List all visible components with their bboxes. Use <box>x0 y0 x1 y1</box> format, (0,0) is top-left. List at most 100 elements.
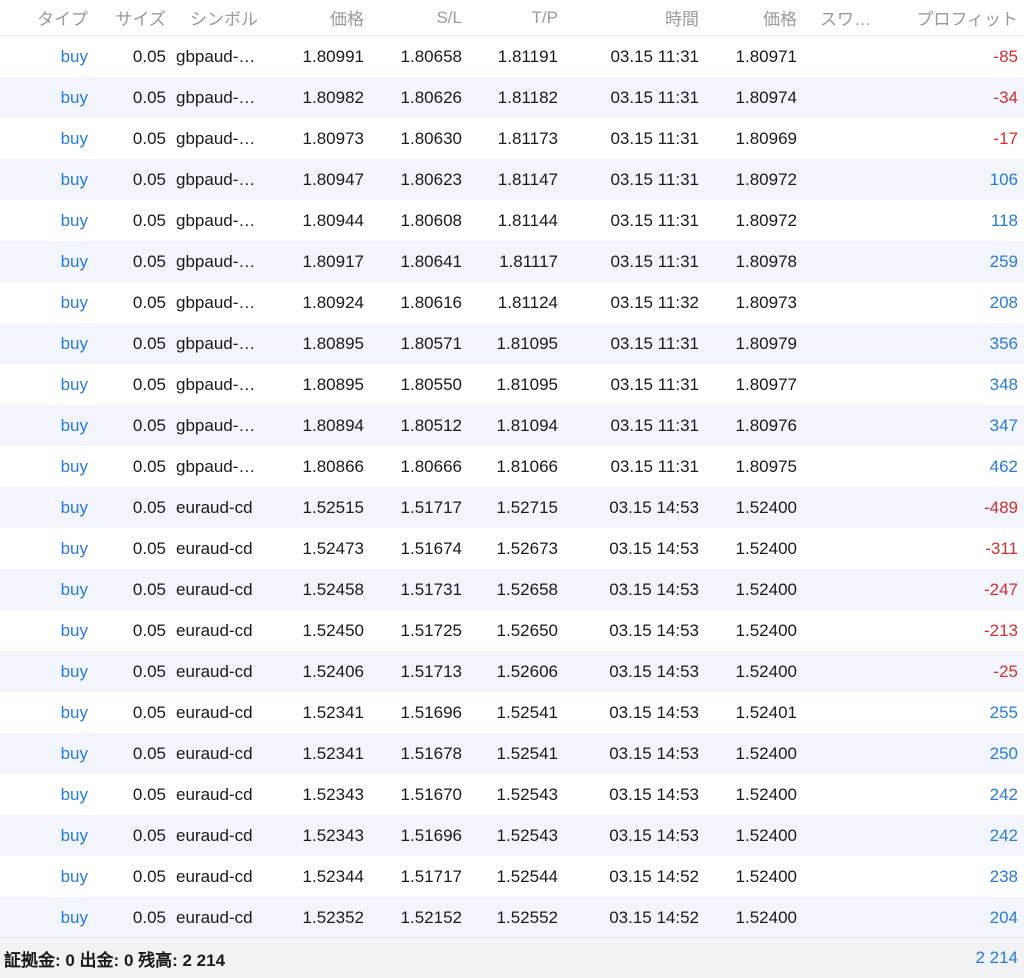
row-take-profit: 1.81124 <box>497 292 558 312</box>
row-open-price: 1.52343 <box>302 784 364 804</box>
row-swap <box>808 856 890 897</box>
row-size: 0.05 <box>132 87 166 107</box>
table-row[interactable]: buy 0.05 euraud-cd 1.52515 1.51717 1.52715 03.… <box>0 487 1024 528</box>
header-profit[interactable]: プロフィット <box>890 0 1018 35</box>
row-symbol: euraud-cd <box>176 743 253 763</box>
row-stop-loss: 1.51717 <box>400 866 462 886</box>
row-open-price: 1.80917 <box>302 251 364 271</box>
row-take-profit: 1.52544 <box>496 866 558 886</box>
table-row[interactable]: buy 0.05 euraud-cd 1.52344 1.51717 1.52544 03.… <box>0 856 1024 897</box>
row-current-price: 1.52400 <box>735 866 797 886</box>
row-symbol: euraud-cd <box>176 866 253 886</box>
table-row[interactable]: buy 0.05 gbpaud-… 1.80982 1.80626 1.81182 03.1… <box>0 77 1024 118</box>
row-size: 0.05 <box>132 907 166 927</box>
row-type: buy <box>60 87 88 107</box>
table-row[interactable]: buy 0.05 gbpaud-… 1.80895 1.80550 1.81095 03.1… <box>0 364 1024 405</box>
row-profit: 242 <box>989 825 1018 845</box>
row-open-time: 03.15 11:31 <box>610 251 699 271</box>
row-type: buy <box>60 743 88 763</box>
row-profit: 242 <box>989 784 1018 804</box>
row-open-price: 1.80924 <box>302 292 364 312</box>
table-row[interactable]: buy 0.05 euraud-cd 1.52473 1.51674 1.52673 03.… <box>0 528 1024 569</box>
header-price[interactable]: 価格 <box>280 0 364 35</box>
table-row[interactable]: buy 0.05 gbpaud-… 1.80924 1.80616 1.81124 03.1… <box>0 282 1024 323</box>
row-take-profit: 1.81066 <box>496 456 558 476</box>
row-size: 0.05 <box>132 128 166 148</box>
row-symbol: euraud-cd <box>176 579 253 599</box>
row-current-price: 1.80969 <box>735 128 797 148</box>
row-open-price: 1.52343 <box>302 825 364 845</box>
table-row[interactable]: buy 0.05 euraud-cd 1.52341 1.51696 1.52541 03.… <box>0 692 1024 733</box>
row-symbol: gbpaud-… <box>176 251 256 271</box>
row-type: buy <box>60 128 88 148</box>
table-row[interactable]: buy 0.05 euraud-cd 1.52458 1.51731 1.52658 03.… <box>0 569 1024 610</box>
row-swap <box>808 118 890 159</box>
row-open-price: 1.52458 <box>302 579 364 599</box>
header-symbol[interactable]: シンボル <box>180 0 268 35</box>
row-swap <box>808 815 890 856</box>
account-summary: 証拠金: 0 出金: 0 残高: 2 214 <box>4 950 226 970</box>
row-type: buy <box>60 497 88 517</box>
header-swap[interactable]: スワ… <box>808 0 890 35</box>
table-row[interactable]: buy 0.05 euraud-cd 1.52343 1.51696 1.52543 03.… <box>0 815 1024 856</box>
table-row[interactable]: buy 0.05 euraud-cd 1.52406 1.51713 1.52606 03.… <box>0 651 1024 692</box>
total-profit: 2 214 <box>975 948 1018 967</box>
row-size: 0.05 <box>132 374 166 394</box>
table-row[interactable]: buy 0.05 gbpaud-… 1.80947 1.80623 1.81147 03.1… <box>0 159 1024 200</box>
row-symbol: gbpaud-… <box>176 128 256 148</box>
header-time[interactable]: 時間 <box>572 0 699 35</box>
row-open-price: 1.52341 <box>302 702 364 722</box>
account-summary-bar: 証拠金: 0 出金: 0 残高: 2 214 2 214 <box>0 937 1024 978</box>
table-row[interactable]: buy 0.05 gbpaud-… 1.80895 1.80571 1.81095 03.1… <box>0 323 1024 364</box>
row-type: buy <box>60 292 88 312</box>
row-type: buy <box>60 251 88 271</box>
table-row[interactable]: buy 0.05 gbpaud-… 1.80991 1.80658 1.81191 03.1… <box>0 36 1024 77</box>
table-row[interactable]: buy 0.05 gbpaud-… 1.80944 1.80608 1.81144 03.1… <box>0 200 1024 241</box>
row-profit: 204 <box>989 907 1018 927</box>
table-row[interactable]: buy 0.05 euraud-cd 1.52343 1.51670 1.52543 03.… <box>0 774 1024 815</box>
row-symbol: euraud-cd <box>176 538 253 558</box>
row-open-time: 03.15 11:31 <box>610 415 699 435</box>
row-profit: 208 <box>989 292 1018 312</box>
header-sl[interactable]: S/L <box>380 0 462 35</box>
row-size: 0.05 <box>132 579 166 599</box>
row-symbol: euraud-cd <box>176 907 253 927</box>
row-open-time: 03.15 11:31 <box>610 128 699 148</box>
row-open-time: 03.15 14:53 <box>609 538 699 558</box>
table-row[interactable]: buy 0.05 gbpaud-… 1.80917 1.80641 1.81117 03.1… <box>0 241 1024 282</box>
row-profit: -25 <box>993 661 1018 681</box>
row-type: buy <box>60 538 88 558</box>
table-row[interactable]: buy 0.05 euraud-cd 1.52352 1.52152 1.52552 03.… <box>0 897 1024 938</box>
row-current-price: 1.80973 <box>735 292 797 312</box>
row-profit: 356 <box>989 333 1018 353</box>
table-row[interactable]: buy 0.05 gbpaud-… 1.80973 1.80630 1.81173 03.1… <box>0 118 1024 159</box>
row-symbol: euraud-cd <box>176 702 253 722</box>
row-size: 0.05 <box>132 866 166 886</box>
row-take-profit: 1.52543 <box>496 825 558 845</box>
row-open-price: 1.80991 <box>302 46 364 66</box>
row-current-price: 1.80977 <box>735 374 797 394</box>
row-stop-loss: 1.80550 <box>400 374 462 394</box>
row-swap <box>808 364 890 405</box>
row-swap <box>808 897 890 938</box>
row-open-time: 03.15 11:31 <box>610 333 699 353</box>
row-open-time: 03.15 11:31 <box>610 87 699 107</box>
header-tp[interactable]: T/P <box>478 0 558 35</box>
header-size[interactable]: サイズ <box>100 0 167 35</box>
table-row[interactable]: buy 0.05 euraud-cd 1.52450 1.51725 1.52650 03.… <box>0 610 1024 651</box>
row-open-price: 1.52473 <box>302 538 364 558</box>
row-current-price: 1.80979 <box>735 333 797 353</box>
header-current-price[interactable]: 価格 <box>712 0 797 35</box>
row-take-profit: 1.52715 <box>496 497 558 517</box>
header-type[interactable]: タイプ <box>0 0 88 35</box>
table-row[interactable]: buy 0.05 euraud-cd 1.52341 1.51678 1.52541 03.… <box>0 733 1024 774</box>
row-profit: -17 <box>993 128 1018 148</box>
table-row[interactable]: buy 0.05 gbpaud-… 1.80866 1.80666 1.81066 03.1… <box>0 446 1024 487</box>
row-take-profit: 1.81117 <box>499 251 558 271</box>
row-profit: -247 <box>983 579 1018 599</box>
row-size: 0.05 <box>132 702 166 722</box>
row-size: 0.05 <box>132 456 166 476</box>
row-symbol: euraud-cd <box>176 497 253 517</box>
table-row[interactable]: buy 0.05 gbpaud-… 1.80894 1.80512 1.81094 03.1… <box>0 405 1024 446</box>
row-stop-loss: 1.80623 <box>400 169 462 189</box>
